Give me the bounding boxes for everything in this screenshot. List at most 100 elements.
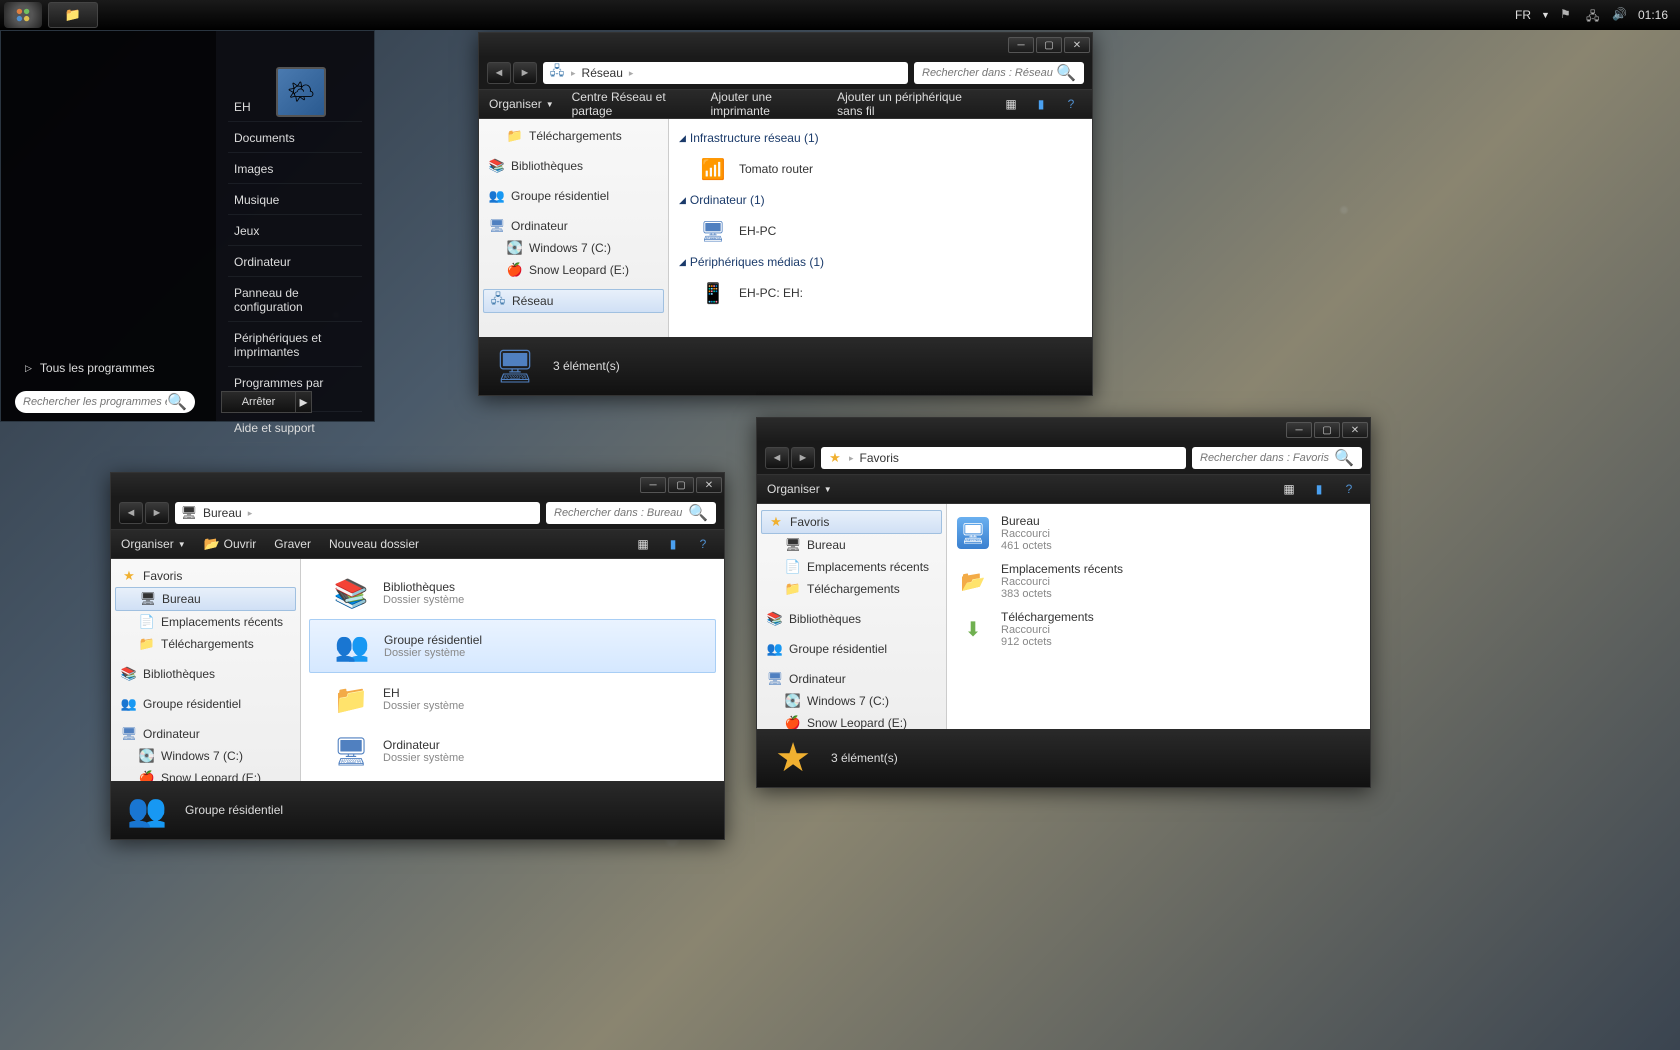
back-button[interactable]: ◄ [119, 502, 143, 524]
item-bureau-shortcut[interactable]: 🖥 BureauRaccourci461 octets [957, 514, 1360, 552]
sm-item-help[interactable]: Aide et support [228, 414, 362, 443]
help-button[interactable]: ? [1060, 94, 1082, 114]
back-button[interactable]: ◄ [765, 447, 789, 469]
open-button[interactable]: 📂Ouvrir [204, 536, 257, 552]
burn-button[interactable]: Graver [274, 537, 311, 551]
category-computer[interactable]: ◢Ordinateur (1) [677, 189, 1084, 211]
titlebar[interactable]: ─ ▢ ✕ [479, 33, 1092, 57]
view-options-button[interactable]: ▦ [632, 534, 654, 554]
add-printer-button[interactable]: Ajouter une imprimante [711, 90, 820, 118]
help-button[interactable]: ? [692, 534, 714, 554]
network-center-button[interactable]: Centre Réseau et partage [572, 90, 693, 118]
nav-bureau[interactable]: 🖥Bureau [115, 587, 296, 611]
view-options-button[interactable]: ▦ [1278, 479, 1300, 499]
flag-icon[interactable]: ⚑ [1560, 7, 1576, 23]
search-box[interactable]: 🔍 [914, 62, 1084, 84]
maximize-button[interactable]: ▢ [1314, 422, 1340, 438]
minimize-button[interactable]: ─ [1286, 422, 1312, 438]
address-bar[interactable]: 🖥 Bureau ▸ [175, 502, 540, 524]
minimize-button[interactable]: ─ [640, 477, 666, 493]
titlebar[interactable]: ─ ▢ ✕ [111, 473, 724, 497]
nav-drive-e[interactable]: 🍎Snow Leopard (E:) [483, 259, 664, 281]
sm-item-documents[interactable]: Documents [228, 124, 362, 153]
search-input[interactable] [1200, 452, 1334, 464]
minimize-button[interactable]: ─ [1008, 37, 1034, 53]
back-button[interactable]: ◄ [487, 62, 511, 84]
help-button[interactable]: ? [1338, 479, 1360, 499]
tray-chevron-icon[interactable]: ▼ [1541, 10, 1550, 20]
preview-pane-button[interactable]: ▮ [1030, 94, 1052, 114]
clock[interactable]: 01:16 [1638, 8, 1668, 22]
volume-icon[interactable]: 🔊 [1612, 7, 1628, 23]
close-button[interactable]: ✕ [1342, 422, 1368, 438]
network-tray-icon[interactable]: 🖧 [1586, 7, 1602, 23]
item-libraries[interactable]: 📚BibliothèquesDossier système [309, 567, 716, 619]
search-input[interactable] [922, 67, 1056, 79]
nav-bureau[interactable]: 🖥Bureau [761, 534, 942, 556]
search-input[interactable] [554, 507, 688, 519]
shutdown-button[interactable]: Arrêter [221, 391, 296, 413]
breadcrumb-favoris[interactable]: Favoris [860, 451, 899, 465]
all-programs[interactable]: ▷ Tous les programmes [13, 353, 212, 383]
sm-item-music[interactable]: Musique [228, 186, 362, 215]
item-computer[interactable]: 🖥OrdinateurDossier système [309, 725, 716, 777]
nav-libraries[interactable]: 📚Bibliothèques [115, 663, 296, 685]
nav-computer[interactable]: 🖥Ordinateur [483, 215, 664, 237]
address-bar[interactable]: 🖧 ▸ Réseau ▸ [543, 62, 908, 84]
nav-favorites[interactable]: ★Favoris [761, 510, 942, 534]
nav-favorites[interactable]: ★Favoris [115, 565, 296, 587]
nav-downloads[interactable]: 📁Téléchargements [483, 125, 664, 147]
nav-drive-c[interactable]: 💽Windows 7 (C:) [761, 690, 942, 712]
forward-button[interactable]: ► [145, 502, 169, 524]
category-infrastructure[interactable]: ◢Infrastructure réseau (1) [677, 127, 1084, 149]
nav-homegroup[interactable]: 👥Groupe résidentiel [483, 185, 664, 207]
search-box[interactable]: 🔍 [1192, 447, 1362, 469]
nav-drive-e[interactable]: 🍎Snow Leopard (E:) [761, 712, 942, 729]
taskbar-explorer-button[interactable]: 📁 [48, 2, 98, 28]
add-wireless-button[interactable]: Ajouter un périphérique sans fil [837, 90, 982, 118]
organize-menu[interactable]: Organiser ▼ [121, 537, 186, 551]
nav-computer[interactable]: 🖥Ordinateur [761, 668, 942, 690]
close-button[interactable]: ✕ [696, 477, 722, 493]
nav-drive-c[interactable]: 💽Windows 7 (C:) [115, 745, 296, 767]
item-downloads-shortcut[interactable]: ⬇ TéléchargementsRaccourci912 octets [957, 610, 1360, 648]
forward-button[interactable]: ► [513, 62, 537, 84]
preview-pane-button[interactable]: ▮ [662, 534, 684, 554]
item-ehpc[interactable]: 🖥EH-PC [677, 211, 1084, 251]
nav-recent[interactable]: 📄Emplacements récents [761, 556, 942, 578]
sm-item-computer[interactable]: Ordinateur [228, 248, 362, 277]
search-box[interactable]: 🔍 [546, 502, 716, 524]
user-avatar[interactable]: 🌤 [276, 67, 326, 117]
view-options-button[interactable]: ▦ [1000, 94, 1022, 114]
nav-downloads[interactable]: 📁Téléchargements [115, 633, 296, 655]
category-media[interactable]: ◢Périphériques médias (1) [677, 251, 1084, 273]
new-folder-button[interactable]: Nouveau dossier [329, 537, 419, 551]
sm-item-controlpanel[interactable]: Panneau de configuration [228, 279, 362, 322]
nav-downloads[interactable]: 📁Téléchargements [761, 578, 942, 600]
item-eh[interactable]: 📁EHDossier système [309, 673, 716, 725]
item-recent-shortcut[interactable]: 📂 Emplacements récentsRaccourci383 octet… [957, 562, 1360, 600]
breadcrumb-network[interactable]: Réseau [582, 66, 623, 80]
organize-menu[interactable]: Organiser ▼ [767, 482, 832, 496]
start-search[interactable]: 🔍 [15, 391, 195, 413]
sm-item-games[interactable]: Jeux [228, 217, 362, 246]
maximize-button[interactable]: ▢ [1036, 37, 1062, 53]
nav-computer[interactable]: 🖥Ordinateur [115, 723, 296, 745]
organize-menu[interactable]: Organiser ▼ [489, 97, 554, 111]
close-button[interactable]: ✕ [1064, 37, 1090, 53]
address-bar[interactable]: ★ ▸ Favoris [821, 447, 1186, 469]
nav-network[interactable]: 🖧Réseau [483, 289, 664, 313]
language-indicator[interactable]: FR [1515, 8, 1531, 22]
sm-item-images[interactable]: Images [228, 155, 362, 184]
titlebar[interactable]: ─ ▢ ✕ [757, 418, 1370, 442]
preview-pane-button[interactable]: ▮ [1308, 479, 1330, 499]
nav-recent[interactable]: 📄Emplacements récents [115, 611, 296, 633]
sm-item-devices[interactable]: Périphériques et imprimantes [228, 324, 362, 367]
item-network[interactable]: 🖧RéseauDossier système [309, 777, 716, 781]
nav-drive-c[interactable]: 💽Windows 7 (C:) [483, 237, 664, 259]
breadcrumb-bureau[interactable]: Bureau [203, 506, 242, 520]
item-homegroup[interactable]: 👥Groupe résidentielDossier système [309, 619, 716, 673]
nav-homegroup[interactable]: 👥Groupe résidentiel [761, 638, 942, 660]
nav-libraries[interactable]: 📚Bibliothèques [483, 155, 664, 177]
nav-drive-e[interactable]: 🍎Snow Leopard (E:) [115, 767, 296, 781]
